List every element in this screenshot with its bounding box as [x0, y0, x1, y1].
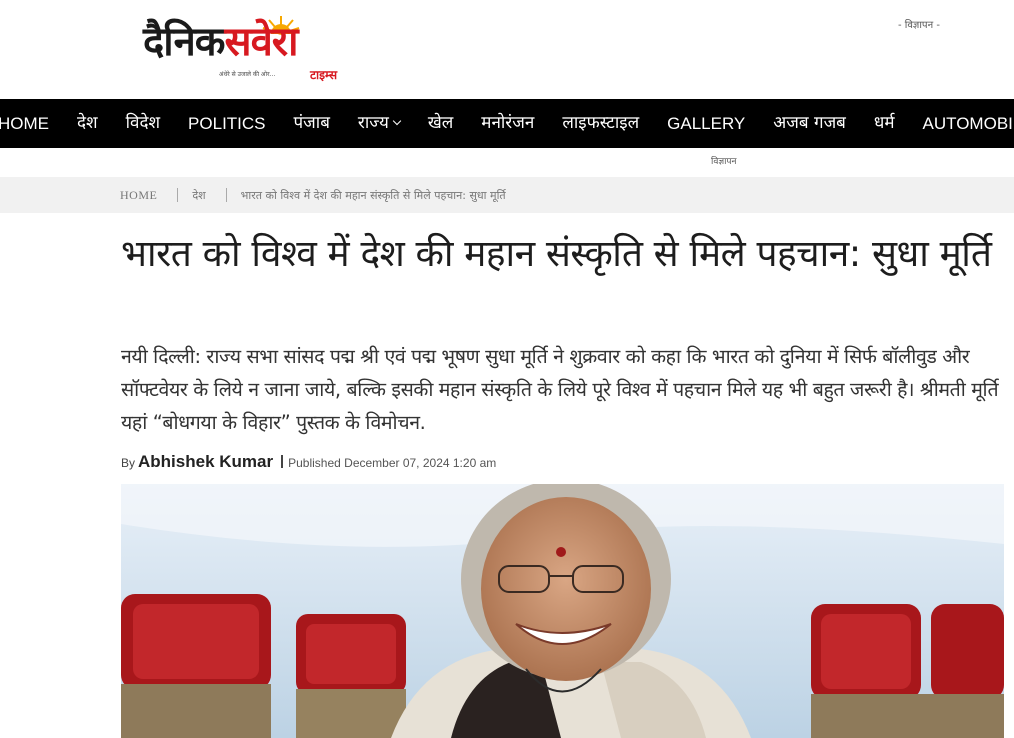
nav-item-manoranjan[interactable]: मनोरंजन: [467, 99, 548, 148]
logo-tagline: अंधेरे से उजाले की ओर...: [219, 71, 276, 78]
author-link[interactable]: Abhishek Kumar: [138, 452, 273, 472]
chair-left: [121, 594, 406, 738]
breadcrumb: HOME देश भारत को विश्व में देश की महान स…: [0, 177, 1014, 213]
nav-item-videsh[interactable]: विदेश: [112, 99, 174, 148]
breadcrumb-items: HOME देश भारत को विश्व में देश की महान स…: [120, 177, 506, 213]
logo-times: टाइम्स: [310, 68, 338, 82]
nav-item-dharm[interactable]: धर्म: [860, 99, 909, 148]
nav-item-rajya-label: राज्य: [357, 113, 389, 133]
nav-item-automobile[interactable]: AUTOMOBILE: [909, 99, 1014, 148]
hero-image-illustration: [121, 484, 1004, 738]
nav-item-politics[interactable]: POLITICS: [174, 99, 279, 148]
breadcrumb-separator: [177, 188, 179, 202]
breadcrumb-separator: [225, 188, 227, 202]
breadcrumb-current: भारत को विश्व में देश की महान संस्कृति स…: [240, 188, 506, 202]
nav-item-rajya[interactable]: राज्य: [344, 99, 414, 148]
breadcrumb-home[interactable]: HOME: [120, 188, 157, 203]
nav-item-desh[interactable]: देश: [63, 99, 112, 148]
byline-by: By: [121, 456, 136, 470]
logo-wordmark: दैनिकसवेरा: [143, 14, 299, 70]
breadcrumb-category[interactable]: देश: [192, 188, 205, 203]
nav-items: HOME देश विदेश POLITICS पंजाब राज्य खेल …: [0, 99, 1014, 148]
nav-item-khel[interactable]: खेल: [414, 99, 467, 148]
published-date: Published December 07, 2024 1:20 am: [288, 456, 497, 470]
nav-item-lifestyle[interactable]: लाइफस्टाइल: [548, 99, 653, 148]
nav-item-home[interactable]: HOME: [0, 99, 63, 148]
nav-item-gallery[interactable]: GALLERY: [653, 99, 759, 148]
nav-item-ajab-gajab[interactable]: अजब गजब: [759, 99, 860, 148]
site-logo[interactable]: दैनिकसवेरा अंधेरे से उजाले की ओर... टाइम…: [143, 14, 358, 84]
nav-item-punjab[interactable]: पंजाब: [280, 99, 344, 148]
article-hero-image[interactable]: [121, 484, 1004, 738]
byline-divider: [281, 455, 284, 468]
article-title: भारत को विश्व में देश की महान संस्कृति स…: [121, 232, 992, 275]
ad-label-nav: विज्ञापन: [711, 157, 737, 167]
chevron-down-icon: [392, 116, 402, 126]
ad-label-top: - विज्ञापन -: [898, 20, 940, 31]
byline: By Abhishek Kumar Published December 07,…: [121, 452, 496, 472]
site-header: दैनिकसवेरा अंधेरे से उजाले की ओर... टाइम…: [0, 0, 1014, 99]
chair-right: [811, 604, 1004, 738]
logo-part-savera: सवेरा: [224, 19, 299, 65]
logo-part-dainik: दैनिक: [143, 19, 226, 65]
main-nav: HOME देश विदेश POLITICS पंजाब राज्य खेल …: [0, 99, 1014, 148]
article-summary: नयी दिल्ली: राज्य सभा सांसद पद्म श्री एव…: [121, 345, 999, 434]
